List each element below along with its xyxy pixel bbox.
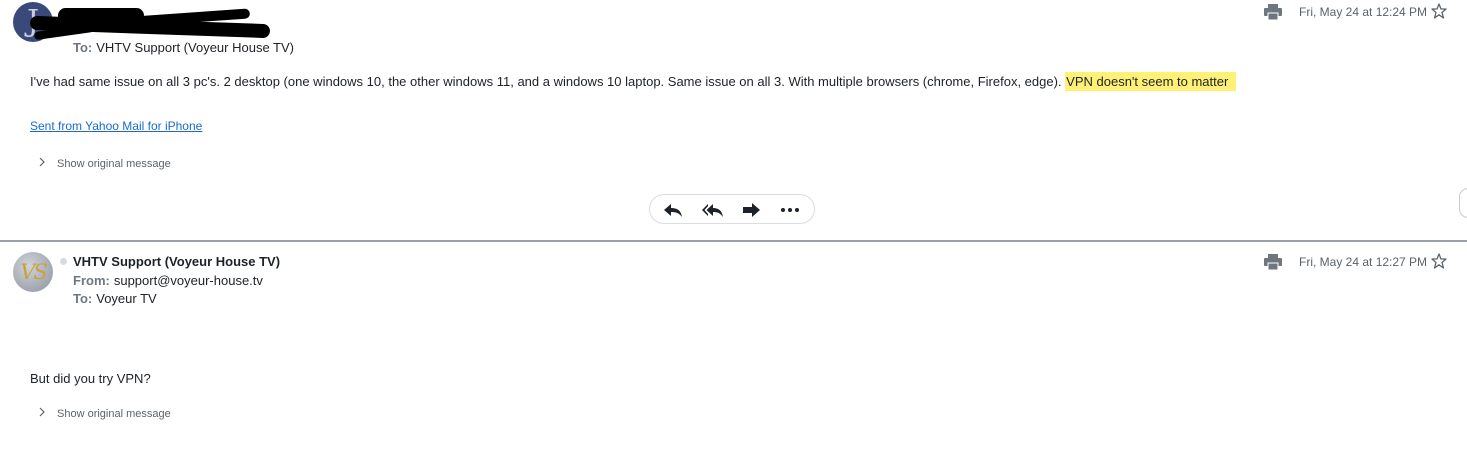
from-label: From: (73, 273, 110, 288)
message-timestamp: Fri, May 24 at 12:27 PM (1299, 255, 1428, 269)
sender-email[interactable]: support@voyeur-house.tv (114, 273, 263, 288)
presence-dot (60, 258, 67, 265)
recipient-name[interactable]: VHTV Support (Voyeur House TV) (96, 40, 294, 55)
avatar-initial: VS (20, 260, 48, 284)
forward-icon[interactable] (740, 201, 764, 219)
print-icon[interactable] (1264, 254, 1282, 271)
message-timestamp: Fri, May 24 at 12:24 PM (1299, 5, 1428, 19)
redaction-mark (29, 6, 280, 41)
recipient-name[interactable]: Voyeur TV (96, 291, 156, 306)
signature-link[interactable]: Sent from Yahoo Mail for iPhone (30, 119, 202, 133)
message-action-bar (649, 194, 815, 224)
to-label: To: (73, 291, 93, 306)
print-icon[interactable] (1264, 4, 1282, 21)
body-text: I've had same issue on all 3 pc's. 2 des… (30, 74, 1062, 89)
to-label: To: (73, 40, 93, 55)
show-original-label: Show original message (57, 158, 171, 170)
message-1: J To:VHTV Support (Voyeur House TV) Fri,… (0, 0, 1467, 241)
sender-avatar[interactable]: VS (13, 252, 53, 292)
show-original-label: Show original message (57, 408, 171, 420)
sender-name[interactable]: VHTV Support (Voyeur House TV) (73, 254, 280, 269)
message-body: But did you try VPN? (30, 371, 151, 386)
chevron-right-icon (38, 157, 50, 170)
star-icon[interactable] (1431, 253, 1447, 269)
star-icon[interactable] (1431, 3, 1447, 19)
show-original-toggle[interactable]: Show original message (38, 407, 171, 420)
reply-all-icon[interactable] (701, 201, 725, 219)
show-original-toggle[interactable]: Show original message (38, 157, 171, 170)
message-2: VS VHTV Support (Voyeur House TV) From: s… (0, 242, 1467, 452)
sender-line: From: support@voyeur-house.tv (73, 273, 263, 288)
reply-icon[interactable] (662, 201, 686, 219)
more-icon[interactable] (778, 201, 802, 219)
chevron-right-icon (38, 407, 50, 420)
recipient-line: To: VHTV Support (Voyeur House TV) (73, 40, 294, 55)
message-body: I've had same issue on all 3 pc's. 2 des… (30, 72, 1237, 91)
recipient-line: To: Voyeur TV (73, 291, 157, 306)
highlighted-text: VPN doesn't seem to matter (1065, 72, 1237, 91)
side-panel-handle[interactable] (1459, 188, 1467, 218)
